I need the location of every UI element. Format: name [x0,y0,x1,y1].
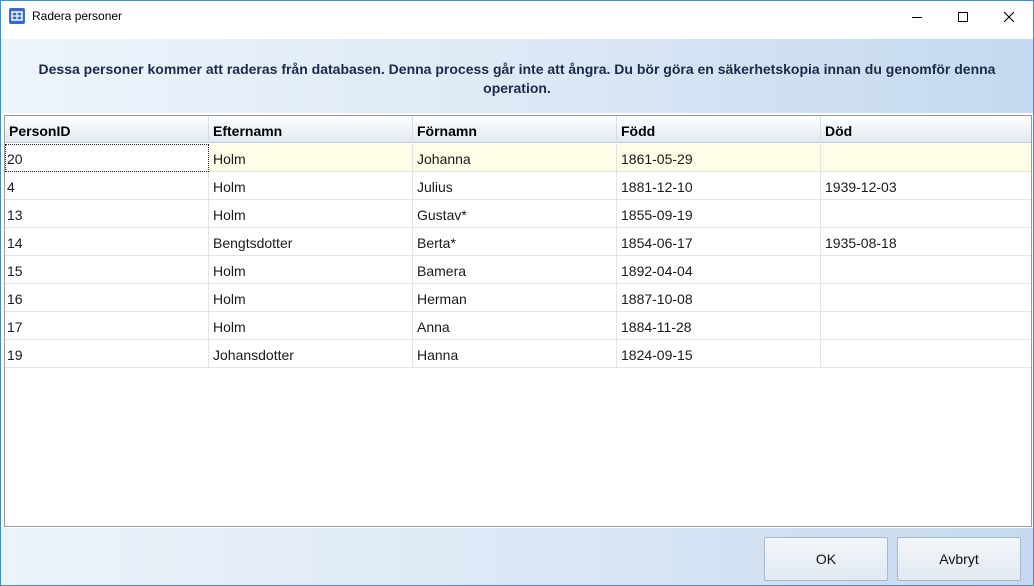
table-cell[interactable]: Berta* [413,228,617,256]
table-cell[interactable]: Johansdotter [209,340,413,368]
table-cell[interactable]: 1939-12-03 [821,172,1031,200]
table-row[interactable]: 4 Holm Julius 1881-12-10 1939-12-03 [5,172,1031,200]
column-header-dod[interactable]: Död [821,116,1031,143]
table-cell[interactable]: 20 [5,144,209,172]
table-cell[interactable] [821,256,1031,284]
table-cell[interactable]: 19 [5,340,209,368]
column-header-personid[interactable]: PersonID [5,116,209,143]
table-cell[interactable]: Holm [209,172,413,200]
table-row[interactable]: 16 Holm Herman 1887-10-08 [5,284,1031,312]
table-cell[interactable]: 1884-11-28 [617,312,821,340]
button-bar: OK Avbryt [1,528,1033,585]
warning-banner: Dessa personer kommer att raderas från d… [1,39,1033,113]
table-cell[interactable]: 1892-04-04 [617,256,821,284]
table-cell[interactable]: 14 [5,228,209,256]
table-cell[interactable]: Holm [209,312,413,340]
table-cell[interactable]: 16 [5,284,209,312]
table-cell[interactable]: Holm [209,200,413,228]
table-cell[interactable]: Julius [413,172,617,200]
maximize-button[interactable] [940,1,986,32]
table-cell[interactable]: 1887-10-08 [617,284,821,312]
table-cell[interactable]: Holm [209,144,413,172]
table-row[interactable]: 20 Holm Johanna 1861-05-29 [5,144,1031,172]
table-cell[interactable]: Bamera [413,256,617,284]
window-title: Radera personer [32,9,123,23]
table-cell[interactable]: 15 [5,256,209,284]
table-row[interactable]: 15 Holm Bamera 1892-04-04 [5,256,1031,284]
table-row[interactable]: 17 Holm Anna 1884-11-28 [5,312,1031,340]
column-header-fodd[interactable]: Född [617,116,821,143]
app-icon [9,8,25,24]
table-cell[interactable]: 1881-12-10 [617,172,821,200]
table-row[interactable]: 13 Holm Gustav* 1855-09-19 [5,200,1031,228]
table-cell[interactable]: 17 [5,312,209,340]
persons-table[interactable]: PersonID Efternamn Förnamn Född Död 20 H… [4,115,1032,527]
maximize-icon [958,11,968,22]
table-header: PersonID Efternamn Förnamn Född Död [5,116,1031,144]
column-header-fornamn[interactable]: Förnamn [413,116,617,143]
table-row[interactable]: 14 Bengtsdotter Berta* 1854-06-17 1935-0… [5,228,1031,256]
table-cell[interactable]: 1824-09-15 [617,340,821,368]
table-cell[interactable]: 1855-09-19 [617,200,821,228]
warning-message: Dessa personer kommer att raderas från d… [38,61,996,96]
table-cell[interactable]: Herman [413,284,617,312]
table-cell[interactable] [821,284,1031,312]
table-cell[interactable] [821,200,1031,228]
title-bar: Radera personer [1,1,1033,32]
table-cell[interactable]: 13 [5,200,209,228]
dialog-window: Radera personer Dessa personer kommer at… [0,0,1034,586]
table-cell[interactable]: Anna [413,312,617,340]
table-cell[interactable]: Holm [209,256,413,284]
close-button[interactable] [986,1,1032,32]
table-cell[interactable]: Holm [209,284,413,312]
table-cell[interactable]: Bengtsdotter [209,228,413,256]
table-cell[interactable]: 1935-08-18 [821,228,1031,256]
table-cell[interactable]: 4 [5,172,209,200]
table-cell[interactable] [821,312,1031,340]
minimize-icon [912,16,922,18]
table-cell[interactable] [821,144,1031,172]
table-cell[interactable]: Johanna [413,144,617,172]
table-cell[interactable]: Gustav* [413,200,617,228]
close-icon [1003,11,1015,22]
table-cell[interactable] [821,340,1031,368]
table-cell[interactable]: 1854-06-17 [617,228,821,256]
column-header-efternamn[interactable]: Efternamn [209,116,413,143]
cancel-button[interactable]: Avbryt [897,537,1021,581]
table-cell[interactable]: 1861-05-29 [617,144,821,172]
ok-button[interactable]: OK [764,537,888,581]
table-cell[interactable]: Hanna [413,340,617,368]
table-row[interactable]: 19 Johansdotter Hanna 1824-09-15 [5,340,1031,368]
minimize-button[interactable] [894,1,940,32]
